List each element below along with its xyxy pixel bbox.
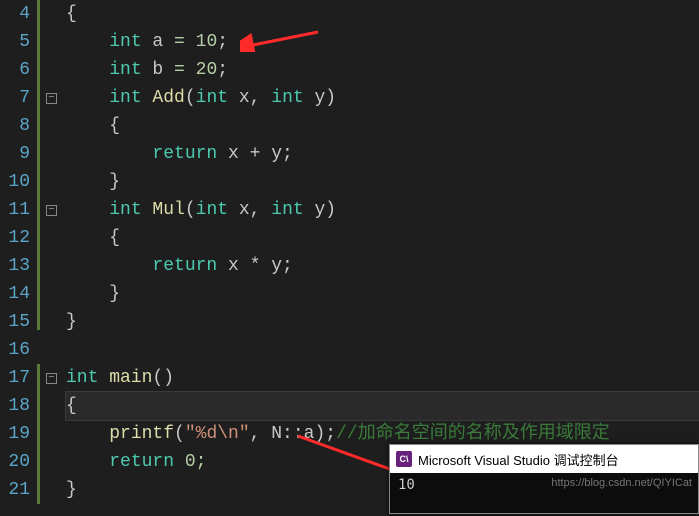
line-number: 15 bbox=[0, 308, 30, 336]
string-literal: "%d\n" bbox=[185, 424, 250, 444]
keyword-int: int bbox=[66, 368, 98, 388]
keyword-int: int bbox=[109, 88, 141, 108]
fold-toggle[interactable]: − bbox=[46, 373, 57, 384]
vs-icon: C\ bbox=[396, 451, 412, 467]
function-main: main bbox=[98, 368, 152, 388]
line-number: 21 bbox=[0, 476, 30, 504]
fold-toggle[interactable]: − bbox=[46, 205, 57, 216]
keyword-int: int bbox=[109, 60, 141, 80]
line-number: 11 bbox=[0, 196, 30, 224]
keyword-int: int bbox=[109, 32, 141, 52]
line-number: 17 bbox=[0, 364, 30, 392]
line-number: 7 bbox=[0, 84, 30, 112]
function-name: Add bbox=[142, 88, 185, 108]
current-line: { bbox=[66, 392, 699, 420]
line-number: 20 bbox=[0, 448, 30, 476]
keyword-int: int bbox=[109, 200, 141, 220]
comment: //加命名空间的名称及作用域限定 bbox=[336, 424, 610, 444]
console-titlebar[interactable]: C\ Microsoft Visual Studio 调试控制台 bbox=[390, 445, 698, 473]
watermark-text: https://blog.csdn.net/QIYICat bbox=[551, 477, 692, 489]
number-literal: 20 bbox=[196, 60, 218, 80]
brace: } bbox=[66, 480, 77, 500]
console-title: Microsoft Visual Studio 调试控制台 bbox=[418, 450, 619, 469]
line-number: 10 bbox=[0, 168, 30, 196]
keyword-return: return bbox=[152, 144, 217, 164]
fold-toggle[interactable]: − bbox=[46, 93, 57, 104]
line-number: 13 bbox=[0, 252, 30, 280]
line-number: 5 bbox=[0, 28, 30, 56]
line-number: 8 bbox=[0, 112, 30, 140]
brace: { bbox=[66, 396, 77, 416]
blank-line bbox=[66, 336, 699, 364]
line-number-gutter: 4 5 6 7 8 9 10 11 12 13 14 15 16 17 18 1… bbox=[0, 0, 36, 516]
fold-column: − − − bbox=[44, 0, 62, 516]
debug-console-window[interactable]: C\ Microsoft Visual Studio 调试控制台 10 http… bbox=[389, 444, 699, 514]
code-area[interactable]: { int a = 10; int b = 20; int Add(int x,… bbox=[62, 0, 699, 516]
number-literal: 10 bbox=[196, 32, 218, 52]
line-number: 19 bbox=[0, 420, 30, 448]
function-printf: printf bbox=[109, 424, 174, 444]
console-body[interactable]: 10 https://blog.csdn.net/QIYICat bbox=[390, 473, 698, 513]
function-name: Mul bbox=[142, 200, 185, 220]
keyword-return: return bbox=[152, 256, 217, 276]
brace: } bbox=[66, 312, 77, 332]
brace: } bbox=[109, 284, 120, 304]
line-number: 18 bbox=[0, 392, 30, 420]
brace: { bbox=[109, 228, 120, 248]
line-number: 14 bbox=[0, 280, 30, 308]
line-number: 6 bbox=[0, 56, 30, 84]
code-editor[interactable]: 4 5 6 7 8 9 10 11 12 13 14 15 16 17 18 1… bbox=[0, 0, 699, 516]
line-number: 4 bbox=[0, 0, 30, 28]
line-number: 12 bbox=[0, 224, 30, 252]
line-number: 9 bbox=[0, 140, 30, 168]
line-number: 16 bbox=[0, 336, 30, 364]
brace: { bbox=[109, 116, 120, 136]
keyword-return: return bbox=[109, 452, 174, 472]
brace: } bbox=[109, 172, 120, 192]
brace: { bbox=[66, 4, 77, 24]
console-output: 10 bbox=[398, 477, 415, 493]
change-stripe bbox=[36, 0, 44, 516]
